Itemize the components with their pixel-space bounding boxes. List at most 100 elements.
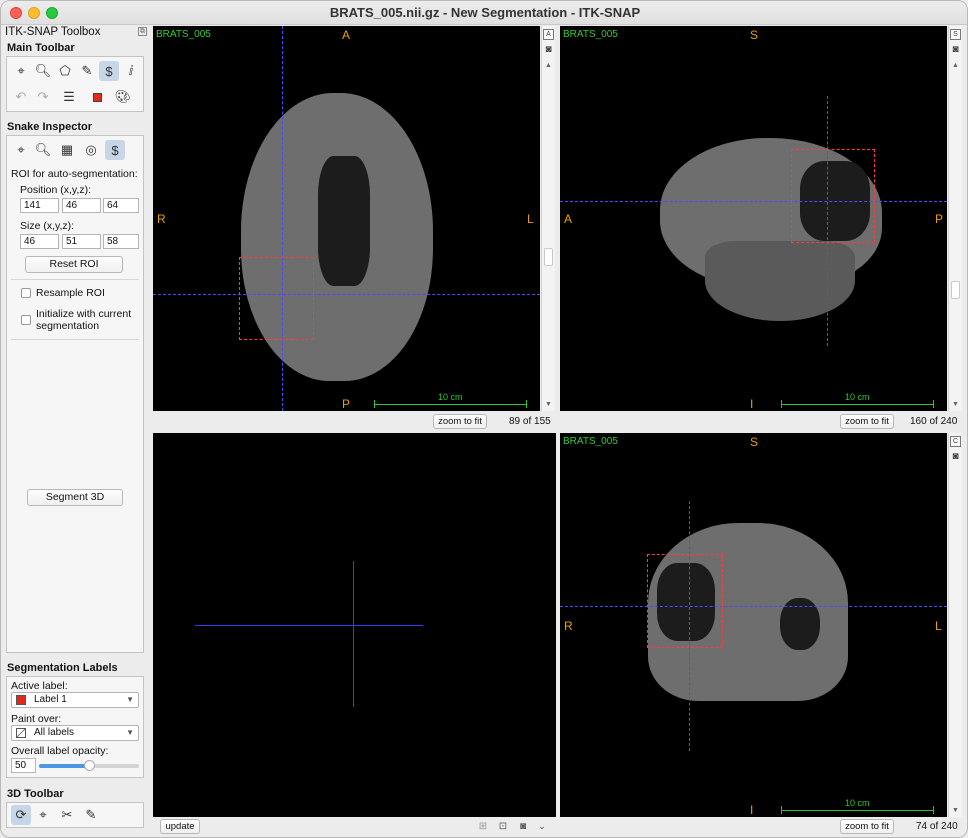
size-y-field[interactable]: 51 [62, 234, 101, 249]
camera-icon[interactable]: ◙ [543, 45, 554, 56]
sagittal-slice-indicator: 160 of 240 [910, 416, 958, 427]
chevron-down-icon: ▼ [126, 728, 134, 737]
sagittal-view[interactable]: BRATS_005 S I A P 10 cm [560, 26, 947, 411]
camera-icon[interactable]: ◙ [515, 818, 531, 834]
chevron-down-icon[interactable]: ⌄ [534, 818, 550, 834]
divider [11, 339, 139, 340]
reset-view-icon[interactable]: ⊞ [475, 818, 491, 834]
segmentation-labels-panel: Active label: Label 1 ▼ Paint over: All … [6, 676, 144, 778]
axial-roi-box[interactable] [239, 257, 314, 340]
coronal-scale-bar [781, 810, 934, 811]
size-z-field[interactable]: 58 [103, 234, 139, 249]
coronal-slice-scrollbar[interactable]: C ◙ ▼ [948, 433, 962, 817]
opacity-slider-fill [39, 764, 89, 768]
sagittal-zoom-to-fit-button[interactable]: zoom to fit [840, 414, 894, 429]
zoom-tool-icon[interactable]: 🔍︎ [33, 61, 53, 81]
3d-axis-horizontal [195, 625, 423, 626]
coronal-slice-indicator: 74 of 240 [916, 821, 958, 832]
undock-icon[interactable]: ⧉ [138, 27, 147, 36]
axial-slice-scrollbar[interactable]: A ◙ ▲ ▼ [541, 26, 555, 411]
size-x-field[interactable]: 46 [20, 234, 59, 249]
axial-layout-icon[interactable]: A [543, 29, 554, 40]
snake-inspector-panel: ⌖ 🔍︎ ▦ ◎ $ ROI for auto-segmentation: Po… [6, 135, 144, 653]
camera-icon[interactable]: ◙ [950, 452, 961, 463]
main-toolbar: ⌖ 🔍︎ ⬠ ✎ $ ⅈ ↶ ↷ ☰ 🎨︎ [6, 56, 144, 112]
scalpel-3d-icon[interactable]: ✂ [57, 805, 77, 825]
scale-tick [933, 806, 934, 814]
annotation-tool-icon[interactable]: ⅈ [121, 61, 141, 81]
active-label-dropdown[interactable]: Label 1 ▼ [11, 692, 139, 708]
label-color-icon[interactable] [87, 87, 107, 107]
chevron-down-icon: ▼ [126, 695, 134, 704]
segment-3d-button[interactable]: Segment 3D [27, 489, 123, 506]
coronal-zoom-to-fit-button[interactable]: zoom to fit [840, 819, 894, 834]
scroll-up-arrow[interactable]: ▲ [545, 62, 552, 69]
roi-mode-icon[interactable]: ▦ [57, 140, 77, 160]
crosshair-3d-icon[interactable]: ⌖ [33, 805, 53, 825]
ventricle [318, 156, 370, 286]
sagittal-crosshair-horizontal [560, 201, 947, 202]
snake-mode-icon[interactable]: $ [105, 140, 125, 160]
coronal-layout-icon[interactable]: C [950, 436, 961, 447]
position-z-field[interactable]: 64 [103, 198, 139, 213]
layers-icon[interactable]: ☰ [59, 87, 79, 107]
zoom-mode-icon[interactable]: 🔍︎ [33, 140, 53, 160]
resample-roi-label: Resample ROI [36, 287, 105, 299]
scale-tick [526, 400, 527, 408]
opacity-field[interactable]: 50 [11, 758, 36, 773]
polygon-tool-icon[interactable]: ⬠ [55, 61, 75, 81]
camera-icon[interactable]: ◙ [950, 45, 961, 56]
crosshair-tool-icon[interactable]: ⌖ [11, 61, 31, 81]
toolbar-3d-label: 3D Toolbar [7, 788, 64, 800]
init-with-seg-label: Initialize with current segmentation [36, 308, 132, 332]
coronal-bottom-orientation: I [750, 803, 754, 817]
axial-view[interactable]: BRATS_005 A P R L 10 cm [153, 26, 540, 411]
brain-mode-icon[interactable]: ◎ [81, 140, 101, 160]
sagittal-scroll-thumb[interactable] [951, 281, 960, 299]
redo-icon[interactable]: ↷ [33, 87, 53, 107]
toolbox-sidebar: ITK-SNAP Toolbox ⧉ Main Toolbar ⌖ 🔍︎ ⬠ ✎… [1, 25, 151, 837]
init-with-seg-checkbox[interactable] [21, 315, 31, 325]
axial-crosshair-horizontal [153, 294, 540, 295]
coronal-roi-box[interactable] [647, 554, 723, 648]
snake-tool-icon[interactable]: $ [99, 61, 119, 81]
paintbrush-tool-icon[interactable]: ✎ [77, 61, 97, 81]
paint-over-dropdown[interactable]: All labels ▼ [11, 725, 139, 741]
sagittal-layout-icon[interactable]: S [950, 29, 961, 40]
expand-view-icon[interactable]: ⊡ [495, 818, 511, 834]
all-labels-icon [16, 728, 26, 738]
reset-roi-button[interactable]: Reset ROI [25, 256, 123, 273]
opacity-slider-handle[interactable] [84, 760, 95, 771]
axial-scale-bar [374, 404, 527, 405]
axial-left-orientation: R [157, 212, 166, 226]
position-y-field[interactable]: 46 [62, 198, 101, 213]
scroll-up-arrow[interactable]: ▲ [952, 62, 959, 69]
rotate-3d-icon[interactable]: ⟳ [11, 805, 31, 825]
sagittal-slice-scrollbar[interactable]: S ◙ ▲ ▼ [948, 26, 962, 411]
opacity-slider[interactable] [39, 760, 139, 771]
coronal-right-orientation: L [935, 619, 942, 633]
scroll-down-arrow[interactable]: ▼ [952, 807, 959, 814]
sagittal-view-label: BRATS_005 [563, 29, 618, 40]
spray-3d-icon[interactable]: ✎ [81, 805, 101, 825]
paint-over-caption: Paint over: [11, 713, 62, 725]
palette-icon[interactable]: 🎨︎ [113, 87, 133, 107]
sagittal-roi-box[interactable] [791, 149, 875, 243]
undo-icon[interactable]: ↶ [11, 87, 31, 107]
opacity-caption: Overall label opacity: [11, 745, 109, 757]
position-x-field[interactable]: 141 [20, 198, 59, 213]
three-d-view[interactable] [153, 433, 556, 817]
coronal-view[interactable]: BRATS_005 S I R L 10 cm [560, 433, 947, 817]
update-3d-button[interactable]: update [160, 819, 200, 834]
segmentation-labels-label: Segmentation Labels [7, 662, 118, 674]
scale-tick [933, 400, 934, 408]
scroll-down-arrow[interactable]: ▼ [545, 401, 552, 408]
axial-right-orientation: L [527, 212, 534, 226]
axial-scroll-thumb[interactable] [544, 248, 553, 266]
coronal-left-orientation: R [564, 619, 573, 633]
axial-zoom-to-fit-button[interactable]: zoom to fit [433, 414, 487, 429]
scroll-down-arrow[interactable]: ▼ [952, 401, 959, 408]
crosshair-mode-icon[interactable]: ⌖ [11, 140, 31, 160]
active-label-value: Label 1 [34, 694, 67, 705]
resample-roi-checkbox[interactable] [21, 288, 31, 298]
